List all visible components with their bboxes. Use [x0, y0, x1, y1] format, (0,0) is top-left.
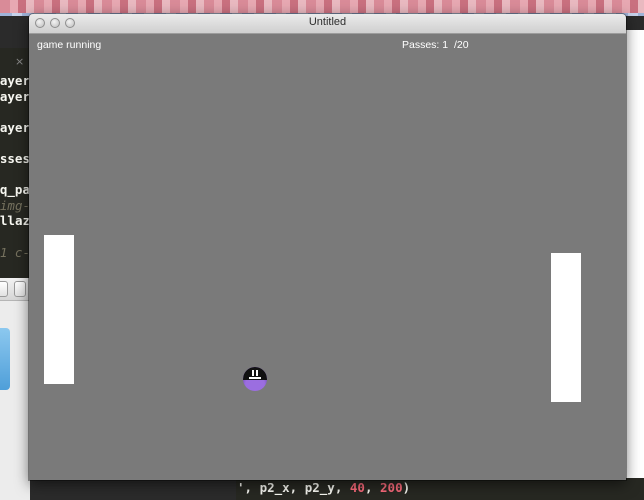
editor-code-line-bottom: ', p2_x, p2_y, 40, 200): [237, 480, 410, 495]
game-status-text: game running: [37, 39, 102, 51]
window-title: Untitled: [308, 16, 347, 28]
code-number: 40: [349, 480, 365, 495]
passes-counter: Passes: 1 /20: [402, 39, 469, 51]
game-window: Untitled game running Passes: 1 /20: [29, 14, 626, 480]
code-text: ,: [364, 480, 381, 495]
code-text: ', p2_x, p2_y,: [237, 480, 350, 495]
finder-toolbar-button[interactable]: [0, 281, 8, 297]
background-window-edge: [626, 30, 644, 478]
folder-icon[interactable]: [0, 328, 10, 390]
editor-code-line: Layer: [0, 74, 30, 88]
game-canvas[interactable]: game running Passes: 1 /20: [29, 34, 626, 480]
editor-tab-close-icon[interactable]: ×: [15, 55, 24, 68]
right-paddle: [551, 253, 581, 402]
left-paddle: [44, 235, 74, 384]
ball-eye: [256, 370, 258, 376]
ball-mouth: [249, 377, 261, 379]
finder-toolbar-button[interactable]: [14, 281, 26, 297]
code-text: ): [402, 480, 411, 495]
ball-eye: [252, 370, 254, 376]
window-titlebar[interactable]: Untitled: [29, 14, 626, 34]
editor-code-line: Layer: [0, 121, 30, 135]
editor-code-line: eq_pa: [0, 183, 30, 197]
ball-icon: [243, 367, 267, 391]
editor-code-line: -p1 c: [0, 246, 30, 260]
code-number: 200: [380, 480, 403, 495]
desktop: × Layer Layer Layer asses eq_pa -img lla…: [0, 0, 644, 500]
editor-code-line: Layer: [0, 90, 30, 104]
ball-face: [243, 367, 267, 380]
editor-code-line: asses: [0, 152, 30, 166]
editor-code-line: llaz: [0, 214, 30, 228]
editor-code-line: -img: [0, 199, 30, 213]
